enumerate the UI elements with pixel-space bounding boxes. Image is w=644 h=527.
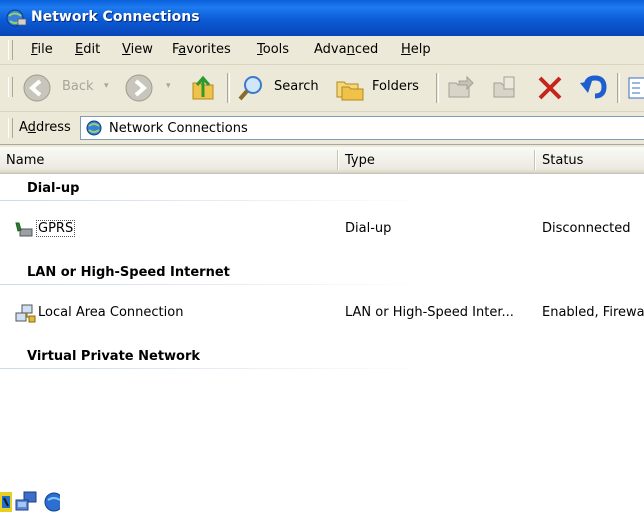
modem-phone-icon bbox=[15, 222, 33, 237]
group-header-lan[interactable]: LAN or High-Speed Internet bbox=[0, 259, 644, 287]
connection-type: LAN or High-Speed Inter... bbox=[345, 305, 514, 320]
forward-arrow-icon bbox=[125, 74, 153, 102]
column-name[interactable]: Name bbox=[0, 147, 338, 173]
connection-status: Disconnected bbox=[542, 221, 631, 236]
connection-name: Local Area Connection bbox=[38, 305, 184, 320]
toolbar-separator bbox=[617, 73, 620, 103]
undo-icon bbox=[580, 75, 607, 99]
folders-button[interactable]: Folders bbox=[334, 73, 426, 103]
up-button[interactable] bbox=[188, 73, 218, 103]
connection-type: Dial-up bbox=[345, 221, 392, 236]
security-shield-icon[interactable] bbox=[0, 490, 14, 514]
group-divider bbox=[0, 284, 430, 285]
copy-to-icon bbox=[493, 76, 515, 98]
toolbar-grip[interactable] bbox=[8, 77, 13, 97]
group-header-dial-up[interactable]: Dial-up bbox=[0, 175, 644, 203]
menu-edit[interactable]: Edit bbox=[75, 42, 100, 57]
menu-advanced[interactable]: Advanced bbox=[314, 42, 378, 57]
standard-toolbar: Back ▾ ▾ Search Folders bbox=[0, 65, 644, 112]
back-dropdown-icon[interactable]: ▾ bbox=[104, 81, 109, 91]
menu-help[interactable]: Help bbox=[401, 42, 431, 57]
address-bar: Address Network Connections bbox=[0, 112, 644, 145]
forward-button[interactable]: ▾ bbox=[124, 73, 182, 103]
toolbar-separator bbox=[227, 73, 230, 103]
back-arrow-icon bbox=[23, 74, 51, 102]
address-field[interactable]: Network Connections bbox=[80, 116, 644, 140]
copy-to-button[interactable] bbox=[490, 73, 520, 103]
menu-tools[interactable]: Tools bbox=[257, 42, 289, 57]
search-icon bbox=[238, 76, 262, 101]
views-button[interactable] bbox=[626, 73, 644, 103]
connections-list[interactable]: Name Type Status Dial-up GPRS Dial-up Di… bbox=[0, 147, 644, 375]
move-to-button[interactable] bbox=[445, 73, 475, 103]
move-to-icon bbox=[448, 75, 474, 98]
forward-dropdown-icon[interactable]: ▾ bbox=[166, 81, 171, 91]
network-computers-icon[interactable] bbox=[14, 490, 40, 514]
column-status[interactable]: Status bbox=[536, 147, 644, 173]
title-bar[interactable]: Network Connections bbox=[0, 0, 644, 36]
group-divider bbox=[0, 368, 430, 369]
list-item[interactable]: Local Area Connection LAN or High-Speed … bbox=[0, 300, 644, 326]
address-label: Address bbox=[19, 120, 71, 135]
delete-x-icon bbox=[538, 76, 562, 100]
address-grip[interactable] bbox=[8, 118, 13, 138]
internet-globe-icon[interactable] bbox=[44, 490, 60, 514]
window-title: Network Connections bbox=[31, 9, 200, 25]
network-connections-window: Network Connections File Edit View Favor… bbox=[0, 0, 644, 375]
toolbar-separator bbox=[436, 73, 439, 103]
menu-bar: File Edit View Favorites Tools Advanced … bbox=[0, 36, 644, 65]
menu-grip[interactable] bbox=[8, 40, 13, 60]
search-button[interactable]: Search bbox=[236, 73, 326, 103]
network-connections-icon bbox=[86, 120, 102, 136]
delete-button[interactable] bbox=[535, 73, 565, 103]
folder-up-icon bbox=[192, 75, 214, 100]
menu-file[interactable]: File bbox=[31, 42, 53, 57]
system-tray bbox=[0, 486, 60, 518]
views-icon bbox=[628, 77, 644, 99]
group-header-vpn[interactable]: Virtual Private Network bbox=[0, 343, 644, 371]
network-connections-icon bbox=[6, 9, 27, 27]
back-button[interactable]: Back ▾ bbox=[22, 73, 122, 103]
folders-icon bbox=[336, 81, 364, 101]
address-value: Network Connections bbox=[109, 121, 248, 136]
lan-connection-icon bbox=[15, 304, 36, 323]
list-item[interactable]: GPRS Dial-up Disconnected bbox=[0, 216, 644, 242]
column-type[interactable]: Type bbox=[339, 147, 535, 173]
column-header: Name Type Status bbox=[0, 147, 644, 174]
menu-view[interactable]: View bbox=[122, 42, 153, 57]
connection-name: GPRS bbox=[36, 220, 76, 237]
group-divider bbox=[0, 200, 430, 201]
undo-button[interactable] bbox=[578, 73, 608, 103]
connection-status: Enabled, Firewa bbox=[542, 305, 644, 320]
menu-favorites[interactable]: Favorites bbox=[172, 42, 231, 57]
